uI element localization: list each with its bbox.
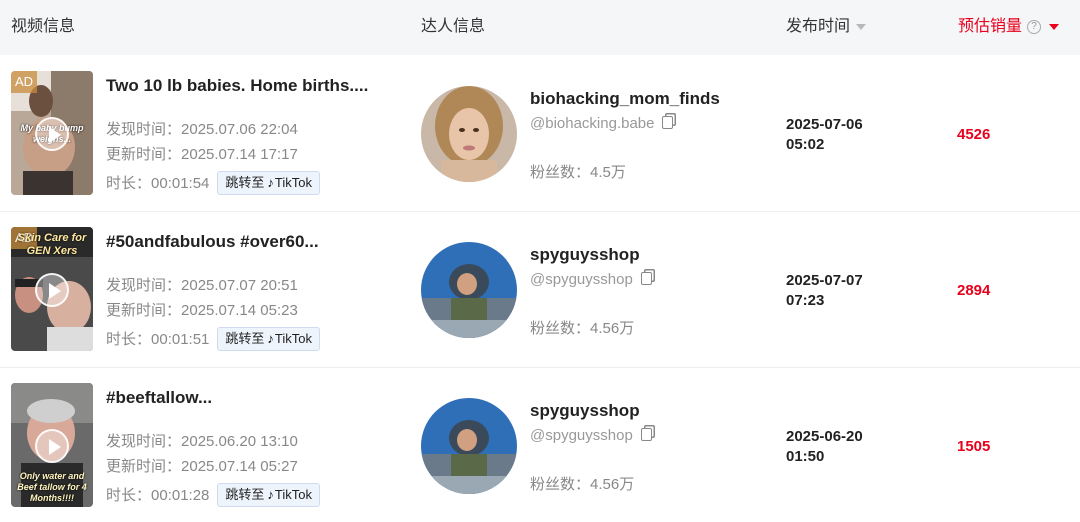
- video-title[interactable]: #50andfabulous #over60...: [106, 231, 319, 253]
- publish-date: 2025-06-20: [786, 428, 863, 445]
- play-icon[interactable]: [35, 117, 69, 151]
- video-thumbnail[interactable]: AD Skin Care for GEN Xers: [11, 227, 93, 351]
- table-row: AD My baby bump weighs... Two 10 lb babi…: [0, 56, 1080, 212]
- creator-fans: 粉丝数：4.56万: [530, 320, 635, 337]
- tiktok-icon: ♪: [267, 331, 274, 346]
- play-icon[interactable]: [35, 273, 69, 307]
- found-time: 发现时间：2025.07.06 22:04: [106, 121, 298, 138]
- creator-handle: @biohacking.babe: [530, 114, 674, 134]
- estimated-sales-value: 4526: [957, 126, 991, 143]
- updated-time: 更新时间：2025.07.14 05:23: [106, 302, 298, 319]
- avatar-image: [421, 242, 517, 338]
- table-header: 视频信息 达人信息 发布时间 预估销量?: [0, 0, 1080, 55]
- video-thumbnail[interactable]: AD My baby bump weighs...: [11, 71, 93, 195]
- creator-name[interactable]: biohacking_mom_finds: [530, 88, 720, 110]
- avatar-image: [421, 398, 517, 494]
- creator-fans: 粉丝数：4.56万: [530, 476, 635, 493]
- publish-time-label: 发布时间: [786, 18, 851, 35]
- copy-icon[interactable]: [640, 271, 652, 285]
- play-icon[interactable]: [35, 429, 69, 463]
- sort-caret-down-icon[interactable]: [856, 23, 867, 30]
- tiktok-icon: ♪: [267, 487, 274, 502]
- video-thumbnail[interactable]: Only water and Beef tallow for 4 Months!…: [11, 383, 93, 507]
- video-title[interactable]: Two 10 lb babies. Home births....: [106, 75, 368, 97]
- column-header-creator-info: 达人信息: [421, 18, 486, 35]
- help-circle-icon[interactable]: ?: [1027, 19, 1042, 34]
- creator-handle: @spyguysshop: [530, 426, 652, 446]
- table-row: AD Skin Care for GEN Xers #50andfabulous…: [0, 212, 1080, 368]
- publish-clock: 05:02: [786, 136, 825, 153]
- sort-caret-down-active-icon[interactable]: [1049, 23, 1060, 30]
- publish-date: 2025-07-06: [786, 116, 863, 133]
- avatar[interactable]: [421, 86, 517, 182]
- video-duration: 时长：00:01:51 跳转至 ♪TikTok: [106, 327, 320, 352]
- column-header-estimated-sales[interactable]: 预估销量?: [958, 17, 1060, 37]
- jump-to-tiktok-button[interactable]: 跳转至 ♪TikTok: [217, 171, 320, 195]
- found-time: 发现时间：2025.07.07 20:51: [106, 277, 298, 294]
- copy-icon[interactable]: [662, 115, 674, 129]
- updated-time: 更新时间：2025.07.14 17:17: [106, 146, 298, 163]
- column-header-publish-time[interactable]: 发布时间: [786, 17, 867, 37]
- estimated-sales-value: 1505: [957, 438, 991, 455]
- ad-badge: AD: [11, 71, 37, 93]
- column-header-video-info: 视频信息: [11, 18, 76, 35]
- found-time: 发现时间：2025.06.20 13:10: [106, 433, 298, 450]
- video-title[interactable]: #beeftallow...: [106, 387, 212, 409]
- jump-to-tiktok-button[interactable]: 跳转至 ♪TikTok: [217, 327, 320, 351]
- updated-time: 更新时间：2025.07.14 05:27: [106, 458, 298, 475]
- avatar-image: [421, 86, 517, 182]
- tiktok-icon: ♪: [267, 175, 274, 190]
- creator-handle: @spyguysshop: [530, 270, 652, 290]
- copy-icon[interactable]: [640, 427, 652, 441]
- video-duration: 时长：00:01:54 跳转至 ♪TikTok: [106, 171, 320, 196]
- jump-to-tiktok-button[interactable]: 跳转至 ♪TikTok: [217, 483, 320, 507]
- table-row: Only water and Beef tallow for 4 Months!…: [0, 368, 1080, 522]
- thumbnail-caption: Skin Care for GEN Xers: [17, 232, 87, 257]
- avatar[interactable]: [421, 398, 517, 494]
- thumbnail-caption: Only water and Beef tallow for 4 Months!…: [17, 471, 87, 503]
- avatar[interactable]: [421, 242, 517, 338]
- publish-clock: 07:23: [786, 292, 825, 309]
- video-duration: 时长：00:01:28 跳转至 ♪TikTok: [106, 483, 320, 508]
- estimated-sales-value: 2894: [957, 282, 991, 299]
- creator-fans: 粉丝数：4.5万: [530, 164, 626, 181]
- publish-date: 2025-07-07: [786, 272, 863, 289]
- estimated-sales-label: 预估销量: [958, 18, 1023, 35]
- publish-clock: 01:50: [786, 448, 825, 465]
- creator-name[interactable]: spyguysshop: [530, 400, 640, 422]
- creator-name[interactable]: spyguysshop: [530, 244, 640, 266]
